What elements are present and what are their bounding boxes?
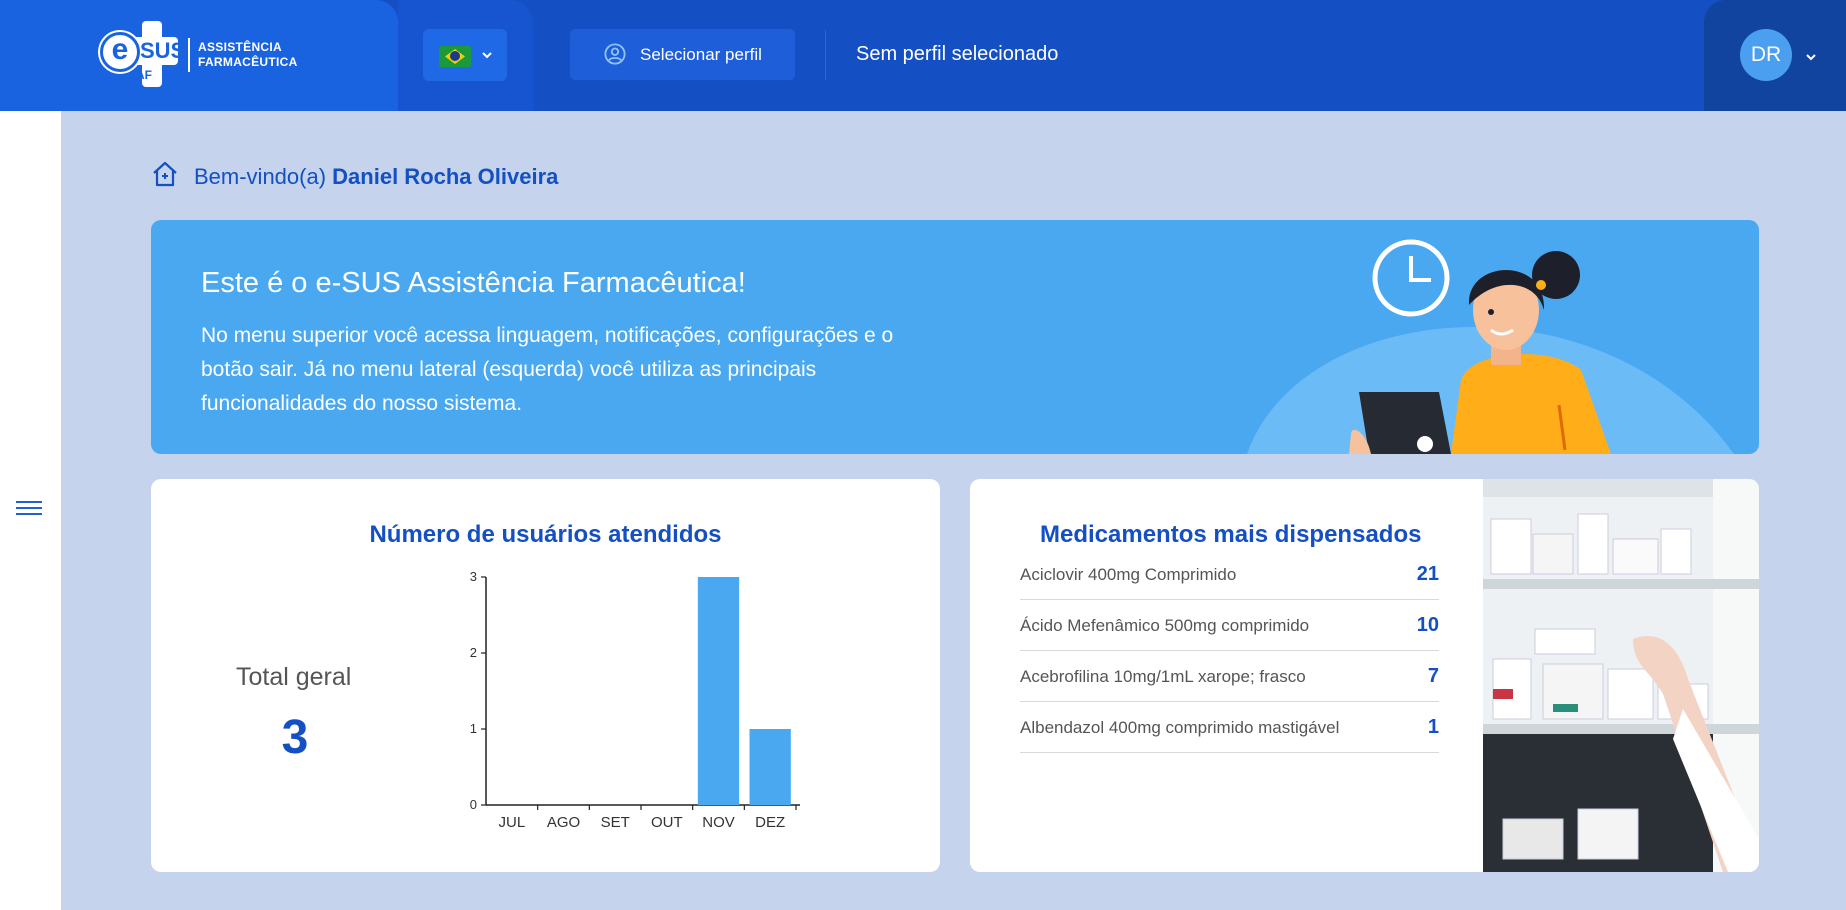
logo-sus-text: SUS [140,38,186,63]
medicine-row: Ácido Mefenâmico 500mg comprimido 10 [1020,600,1439,651]
medicine-name: Aciclovir 400mg Comprimido [1020,565,1237,584]
total-value: 3 [281,711,309,764]
y-tick-label: 0 [470,797,477,812]
medicines-list: Aciclovir 400mg Comprimido 21 Ácido Mefenâ… [1020,549,1439,753]
medicine-row: Acebrofilina 10mg/1mL xarope; frasco 7 [1020,651,1439,702]
logo-af-text: AF [136,68,152,82]
banner-title: Este é o e-SUS Assistência Farmacêutica! [201,267,746,299]
top-medicines-card: Medicamentos mais dispensados Aciclovir … [970,479,1759,872]
y-tick-label: 1 [470,721,477,736]
bar-nov [697,577,740,805]
medicine-name: Ácido Mefenâmico 500mg comprimido [1020,616,1310,635]
top-header: e SUS AF ASSISTÊNCIA FARMACÊUTICA Seleci… [0,0,1846,111]
hamburger-icon[interactable] [16,501,42,521]
medicine-row: Aciclovir 400mg Comprimido 21 [1020,549,1439,600]
brazil-flag-icon [439,46,471,67]
total-label: Total geral [236,663,352,691]
y-tick-label: 3 [470,571,477,584]
welcome-prefix: Bem-vindo(a) [194,164,327,189]
users-card-title: Número de usuários atendidos [369,521,722,548]
x-tick-label: OUT [651,814,683,831]
medicine-count: 1 [1427,716,1439,738]
logo-line-1: ASSISTÊNCIA [198,40,282,54]
medicine-name: Albendazol 400mg comprimido mastigável [1020,718,1340,737]
medicine-count: 7 [1427,665,1439,687]
no-profile-text: Sem perfil selecionado [856,43,1059,65]
medicine-row: Albendazol 400mg comprimido mastigável 1 [1020,702,1439,753]
y-tick-label: 2 [470,645,477,660]
chevron-down-icon [482,52,492,59]
user-circle-icon [604,43,626,65]
welcome-text: Bem-vindo(a) Daniel Rocha Oliveira [194,164,558,190]
chevron-down-icon[interactable] [1805,51,1817,63]
x-tick-label: NOV [702,814,735,831]
logo-subtitle: ASSISTÊNCIA FARMACÊUTICA [198,40,298,70]
logo-e-letter: e [100,32,140,72]
x-tick-label: JUL [498,814,525,831]
medicine-name: Acebrofilina 10mg/1mL xarope; frasco [1020,667,1306,686]
bar-dez [749,729,791,805]
users-attended-card: Número de usuários atendidos Total geral… [151,479,940,872]
x-tick-label: SET [601,814,630,831]
pharmacy-shelf-photo [1483,479,1759,872]
logo-area: e SUS AF ASSISTÊNCIA FARMACÊUTICA [0,0,398,111]
welcome-user-name: Daniel Rocha Oliveira [332,164,559,189]
logo-divider [188,38,190,72]
select-profile-label: Selecionar perfil [640,45,762,64]
banner-description: No menu superior você acessa linguagem, … [201,324,894,415]
logo-line-2: FARMACÊUTICA [198,55,298,69]
select-profile-button[interactable]: Selecionar perfil [570,29,795,80]
avatar[interactable]: DR [1740,29,1792,81]
x-tick-label: DEZ [755,814,785,831]
medicine-count: 10 [1416,614,1439,636]
esus-af-logo[interactable]: e SUS AF ASSISTÊNCIA FARMACÊUTICA [98,18,308,90]
sidebar [0,111,61,910]
meds-card-title: Medicamentos mais dispensados [1040,521,1422,548]
home-icon [153,161,177,187]
x-tick-label: AGO [547,814,580,831]
users-bar-chart: 0 1 2 3 JUL AGO SET OUT NOV DEZ [470,571,800,831]
medicine-count: 21 [1416,563,1439,585]
header-divider [825,30,826,80]
language-selector[interactable] [423,29,507,81]
welcome-banner: Este é o e-SUS Assistência Farmacêutica!… [151,220,1759,454]
